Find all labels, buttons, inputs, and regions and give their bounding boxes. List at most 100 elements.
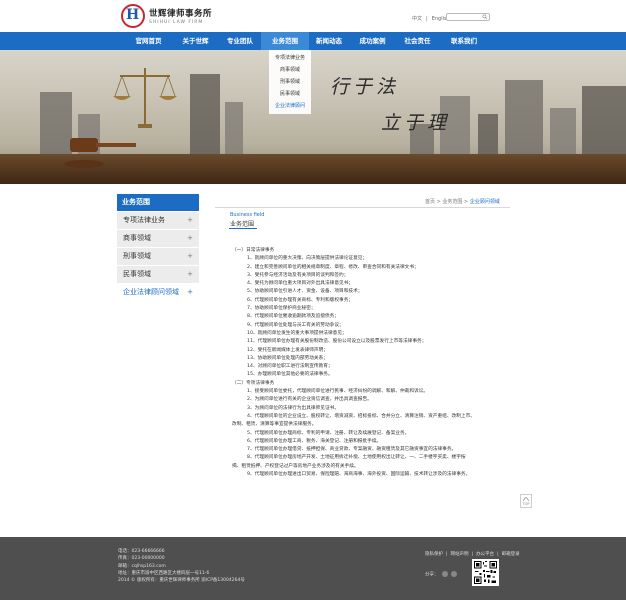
footer-link[interactable]: 隐私保护 [425,552,443,557]
footer-info-line: 电话：023-66666666 [118,549,165,554]
content-paragraph: 6、代理顾问单位办理工商、税务、海关登记、注册和报批手续。 [247,438,382,444]
content-paragraph: （一）日常法律事务 [232,248,275,253]
nav-item[interactable]: 联系我们 [439,32,489,50]
content-paragraph: 4、受托为顾问单位重大项目对外出具法律意见书； [247,281,354,287]
content-paragraph: 2、为顾问单位进行有关的企业资信调查，并出具调查报告。 [247,397,372,403]
footer-info-line: 地址：重庆市渝中区西路区大楼四层一号11-6 [118,570,210,576]
sidebar-item-label: 企业法律顾问领域 [123,288,179,296]
nav-dropdown-business: 专项法律业务 商事领域 刑事领域 民事领域 企业法律顾问 [269,50,311,114]
logo[interactable]: H 世辉律师事务所 SHIHUI LAW FIRM [121,4,212,28]
content-paragraph: 15、办理顾问单位其他必要的法律事务。 [247,372,333,378]
breadcrumb-home[interactable]: 首页 [425,199,435,205]
footer-info-line: 传真：023-00000000 [118,556,165,562]
dropdown-item[interactable]: 专项法律业务 [269,52,311,64]
dropdown-item[interactable]: 民事领域 [269,88,311,100]
expand-plus-icon[interactable]: + [187,284,193,301]
content-paragraph: 9、代理顾问单位办理进出口贸易、保险理赔、海商海事、海外投资、国际运输、技术转让… [247,472,471,478]
content-paragraph: 揭、租赁抵押、产权登记过户等房地产业务涉及的有关手续。 [232,463,359,469]
lang-separator: | [426,16,428,22]
sidebar-item[interactable]: 商事领域 + [117,230,199,247]
share-weibo-icon[interactable] [441,571,448,577]
dropdown-item[interactable]: 商事领域 [269,64,311,76]
logo-name-cn: 世辉律师事务所 [149,9,213,19]
dropdown-item[interactable]: 刑事领域 [269,76,311,88]
dropdown-item[interactable]: 企业法律顾问 [269,100,311,112]
sidebar-item-label: 刑事领域 [123,252,151,260]
sidebar-item-label: 专项法律业务 [123,216,165,224]
nav-item[interactable]: 业务范围 [261,32,309,50]
logo-name-en: SHIHUI LAW FIRM [149,20,204,25]
expand-plus-icon[interactable]: + [187,212,193,229]
lang-chinese-link[interactable]: 中文 [412,16,422,22]
content-paragraph: 10、就顾问单位发生的重大事项提供法律意见； [247,330,347,336]
breadcrumb-divider [215,207,510,208]
gavel-icon [64,138,136,168]
expand-plus-icon[interactable]: + [187,230,193,247]
content-paragraph: 9、代理顾问单位处理与员工有关的劳动争议； [247,322,344,328]
content-paragraph: 1、接受顾问单位委托，代理顾问单位进行民事、经济纠纷的调解、和解、仲裁和诉讼。 [247,389,429,395]
banner-slogan-line2: 立于理 [381,112,451,134]
share-qq-icon[interactable] [451,571,458,577]
section-title-cn: 业务范围 [230,221,255,228]
content-paragraph: 8、代理顾问单位办理房地产开发、土地征用拆迁补偿、土地使用权出让转让、一、二手楼… [247,455,466,461]
page: H 世辉律师事务所 SHIHUI LAW FIRM 中文 | English 官网首… [0,0,626,600]
content-paragraph: 4、代理顾问单位的企业设立、股权转让、增资减资、招标投标、合并分立、清算注销、资… [247,413,475,419]
arrow-up-icon [522,496,530,502]
breadcrumb: 首页 > 业务范围 > 企业顾问领域 [425,198,500,205]
section-title-underline [229,228,257,229]
nav-item[interactable]: 社会责任 [396,32,439,50]
section-title-en: Business field [230,212,265,218]
content-paragraph: 5、协助顾问单位引进人才、资金、设备、项目和技术； [247,289,363,295]
breadcrumb-separator: > [464,199,469,205]
nav-item[interactable]: 成功案例 [349,32,396,50]
footer-info-line: 2014 © 版权所有：重庆世辉律师事务所 渝ICP备13004264号 [118,578,245,584]
expand-plus-icon[interactable]: + [187,248,193,265]
banner-slogan-line1: 行于法 [330,76,400,98]
content-paragraph: 8、代理顾问单位催收逾期款项及追偿债务； [247,314,340,320]
footer-link-separator: | [446,552,448,557]
sidebar-item-label: 民事领域 [123,270,151,278]
sidebar-item[interactable]: 民事领域 + [117,266,199,283]
share-label: 分享： [425,572,439,578]
content-paragraph: 13、协助顾问单位处理内部劳动关系； [247,355,328,361]
content-paragraph: 12、受托在新闻媒体上发表律师声明； [247,347,328,353]
sidebar: 专项法律业务 + 商事领域 + 刑事领域 + 民事领域 + 企业法律顾问领域 + [117,212,199,302]
content-paragraph: 7、代理顾问单位办理借贷、抵押担保、商业贷款、专案融资、融资租赁及其它融资事宜的… [247,447,457,453]
nav-item[interactable]: 官网首页 [125,32,172,50]
breadcrumb-separator: > [436,199,441,205]
nav-item[interactable]: 专业团队 [219,32,261,50]
content-paragraph: 6、代理顾问单位办理有关商标、专利和版权事务； [247,297,354,303]
breadcrumb-current: 企业顾问领域 [469,199,500,205]
sidebar-item[interactable]: 专项法律业务 + [117,212,199,229]
back-to-top-button[interactable]: TOP [520,494,532,508]
sidebar-item[interactable]: 刑事领域 + [117,248,199,265]
breadcrumb-section[interactable]: 业务范围 [442,199,462,205]
search-icon[interactable] [482,14,488,20]
logo-mark-icon: H [121,4,145,28]
expand-plus-icon[interactable]: + [187,266,193,283]
footer-info-line: 邮箱：cqlhsp163.com [118,563,166,569]
footer-link-separator: | [497,552,499,557]
hero-banner: 行于法 立于理 [0,50,626,184]
nav-item[interactable]: 关于世辉 [172,32,219,50]
content-paragraph: 1、就顾问单位的重大决策、向决策层提供法律论证意见； [247,256,368,262]
footer-link[interactable]: 网站声明 [451,552,469,557]
footer-link-separator: | [471,552,474,557]
article-content: （一）日常法律事务 1、就顾问单位的重大决策、向决策层提供法律论证意见； 2、建立和… [232,247,507,479]
search-input[interactable] [446,13,490,21]
content-paragraph: 11、代理顾问单位办理有关股份制改造、股份公司设立以及股票发行上市等法律事务； [247,339,427,345]
content-paragraph: （二）专项法律事务 [232,380,275,386]
nav-item[interactable]: 新闻动态 [309,32,349,50]
sidebar-item[interactable]: 企业法律顾问领域 + [117,284,199,301]
sidebar-title: 业务范围 [117,194,199,211]
qr-code-icon [472,559,499,586]
footer-links: 隐私保护 | 网站声明 | 办公平台 | 邮箱登录 [425,551,523,557]
footer-link[interactable]: 办公平台 [476,552,494,557]
content-paragraph: 7、协助顾问单位保护商业秘密； [247,306,316,312]
sidebar-item-label: 商事领域 [123,234,151,242]
content-paragraph: 3、受托参与经济活动及有关项目的谈判和签约； [247,272,349,278]
footer-link[interactable]: 邮箱登录 [502,552,520,557]
content-paragraph: 5、代理顾问单位办理商标、专利的申请、注册、转让及续展登记、备案业务。 [247,430,410,436]
back-to-top-label: TOP [522,502,530,506]
content-paragraph: 14、对顾问单位职工进行法制宣传教育； [247,364,333,370]
